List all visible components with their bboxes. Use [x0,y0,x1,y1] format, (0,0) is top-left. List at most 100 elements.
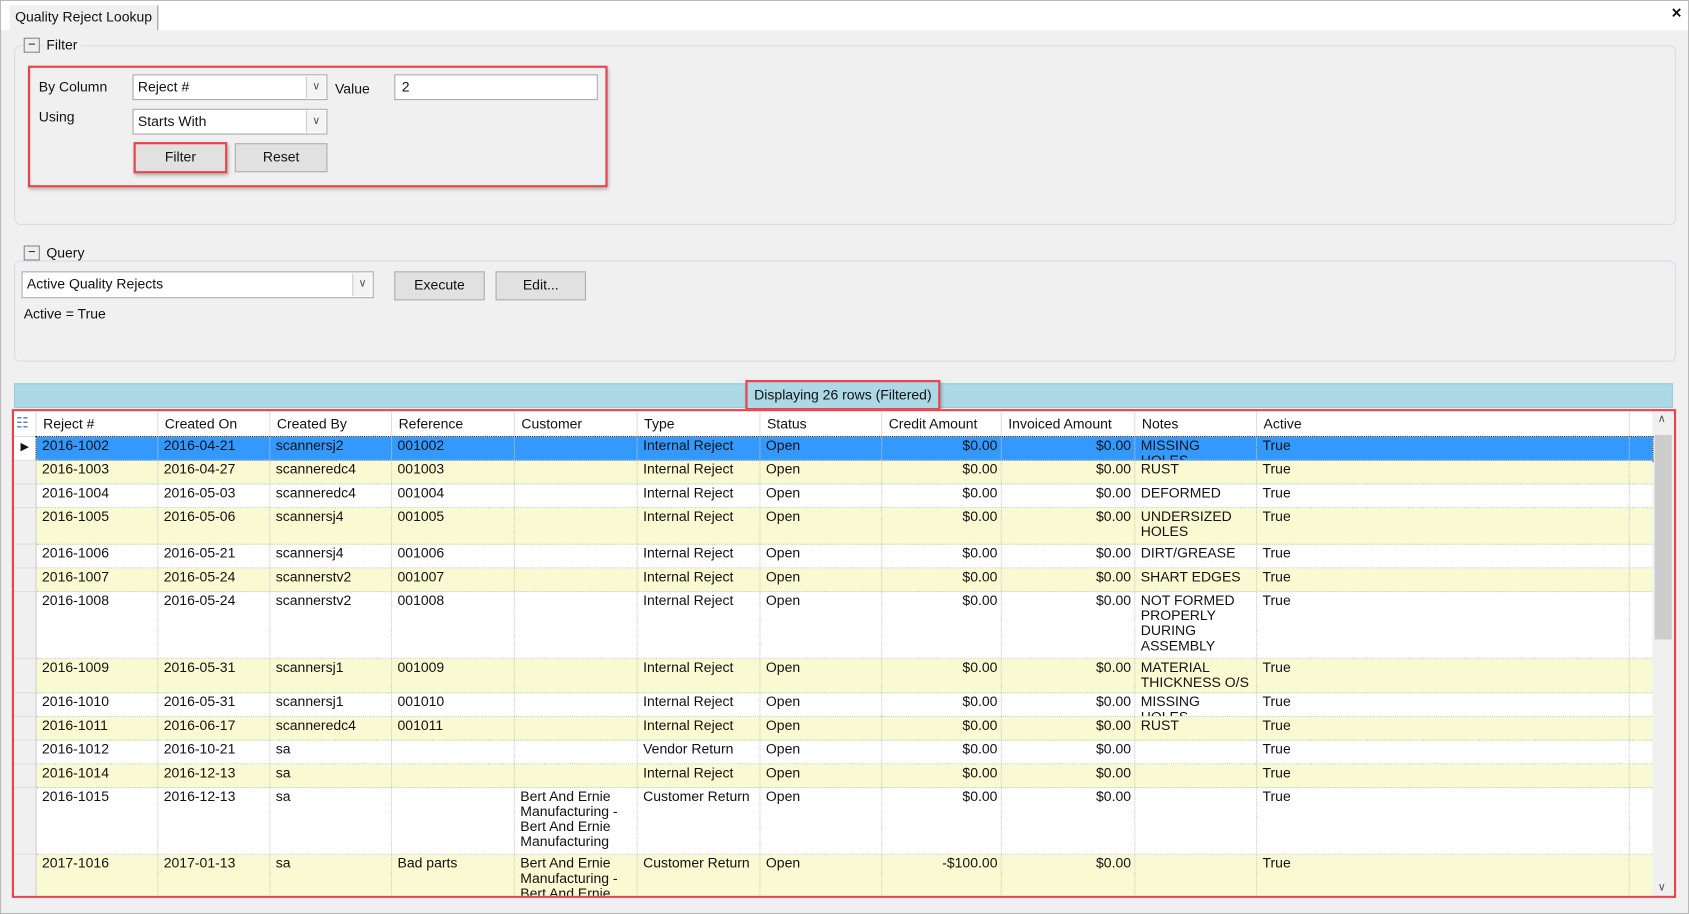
table-cell[interactable]: 001005 [392,508,515,544]
column-chooser-icon[interactable]: ☷ [14,411,37,438]
table-cell[interactable]: scannersj1 [270,658,393,693]
table-cell[interactable]: Internal Reject [638,508,761,544]
table-cell[interactable]: sa [270,764,393,787]
table-cell[interactable]: Customer Return [638,854,761,896]
table-cell[interactable]: 001006 [392,544,515,568]
column-header[interactable]: Type [638,411,761,438]
table-cell[interactable]: $0.00 [882,693,1002,716]
table-row[interactable]: 2016-1008 2016-05-24 scannerstv2 001008 Inte… [36,592,1653,659]
table-cell[interactable]: 2016-1002 [37,437,159,460]
table-cell[interactable]: Bert And Ernie Manufacturing - Bert And … [515,788,638,854]
table-cell[interactable]: 2016-12-13 [158,788,271,854]
table-row[interactable]: 2016-1011 2016-06-17 scanneredc4 001011 Inte… [36,717,1653,741]
table-cell[interactable]: 001010 [392,693,515,716]
close-icon[interactable]: × [1671,4,1681,23]
table-cell[interactable]: 2016-1008 [37,592,159,658]
table-cell[interactable] [515,764,638,787]
table-cell[interactable]: $0.00 [1002,592,1136,658]
row-header[interactable] [14,658,37,694]
table-cell[interactable]: $0.00 [1002,658,1136,693]
table-cell[interactable]: 2017-01-13 [158,854,271,896]
table-cell[interactable]: 2016-06-17 [158,717,271,740]
table-cell[interactable]: 001007 [392,568,515,592]
table-cell[interactable]: DIRT/GREASE [1135,544,1258,568]
chevron-down-icon[interactable]: ∨ [305,76,326,98]
table-cell[interactable]: scannersj4 [270,508,393,544]
by-column-select[interactable]: Reject # ∨ [132,74,328,101]
table-cell[interactable]: $0.00 [1002,717,1136,740]
column-header[interactable]: Credit Amount [882,411,1002,438]
table-cell[interactable]: $0.00 [882,437,1002,460]
table-cell[interactable]: True [1257,693,1630,716]
table-cell[interactable]: $0.00 [1002,693,1136,716]
table-cell[interactable]: Vendor Return [638,740,761,764]
column-header[interactable]: Reference [392,411,515,438]
table-cell[interactable] [1135,788,1258,854]
table-cell[interactable]: 2016-1010 [37,693,159,716]
table-cell[interactable]: NOT FORMED PROPERLY DURING ASSEMBLY [1135,592,1258,658]
table-cell[interactable] [392,740,515,764]
table-cell[interactable] [515,693,638,716]
table-cell[interactable]: -$100.00 [882,854,1002,896]
column-header[interactable]: Created On [158,411,271,438]
table-cell[interactable] [1135,764,1258,787]
table-cell[interactable]: RUST [1135,460,1258,484]
table-cell[interactable]: $0.00 [882,592,1002,658]
table-cell[interactable] [515,658,638,693]
filter-collapse-button[interactable]: − [23,38,40,53]
table-cell[interactable]: scanneredc4 [270,717,393,740]
table-cell[interactable]: Open [761,484,883,508]
table-cell[interactable]: 2016-12-13 [158,764,271,787]
table-cell[interactable]: 001008 [392,592,515,658]
table-cell[interactable]: Open [761,544,883,568]
table-cell[interactable]: sa [270,854,393,896]
table-cell[interactable]: Open [761,658,883,693]
table-cell[interactable] [515,568,638,592]
table-cell[interactable]: Open [761,693,883,716]
edit-button[interactable]: Edit... [495,271,586,301]
table-cell[interactable]: UNDERSIZED HOLES [1135,508,1258,544]
table-cell[interactable]: scanneredc4 [270,484,393,508]
query-collapse-button[interactable]: − [23,245,40,261]
table-cell[interactable]: $0.00 [882,740,1002,764]
table-cell[interactable]: $0.00 [882,544,1002,568]
table-cell[interactable]: Open [761,788,883,854]
column-header[interactable]: Notes [1135,411,1258,438]
table-cell[interactable]: 2016-1007 [37,568,159,592]
table-row[interactable]: 2016-1004 2016-05-03 scanneredc4 001004 Inte… [36,484,1653,509]
table-cell[interactable] [1135,854,1258,896]
row-header[interactable] [14,740,37,765]
table-cell[interactable] [515,592,638,658]
table-cell[interactable]: Open [761,568,883,592]
row-header[interactable]: ▶ [14,437,37,461]
table-cell[interactable]: Internal Reject [638,568,761,592]
table-row[interactable]: 2016-1009 2016-05-31 scannersj1 001009 Inter… [36,658,1653,694]
table-row[interactable]: 2016-1007 2016-05-24 scannerstv2 001007 Inte… [36,568,1653,593]
table-row[interactable]: 2017-1016 2017-01-13 sa Bad parts Bert And E… [36,854,1653,896]
table-cell[interactable]: 001009 [392,658,515,693]
table-cell[interactable]: 2016-05-21 [158,544,271,568]
table-cell[interactable]: Internal Reject [638,484,761,508]
table-cell[interactable]: 2016-1014 [37,764,159,787]
table-cell[interactable]: Bad parts [392,854,515,896]
table-cell[interactable]: True [1257,658,1630,693]
table-cell[interactable]: Open [761,854,883,896]
query-select[interactable]: Active Quality Rejects ∨ [21,271,374,299]
table-cell[interactable]: Internal Reject [638,592,761,658]
table-cell[interactable]: 2016-05-03 [158,484,271,508]
table-cell[interactable] [515,544,638,568]
table-cell[interactable]: $0.00 [1002,854,1136,896]
table-cell[interactable]: DEFORMED [1135,484,1258,508]
table-cell[interactable]: Internal Reject [638,544,761,568]
table-cell[interactable]: Internal Reject [638,460,761,484]
table-cell[interactable]: Customer Return [638,788,761,854]
table-cell[interactable]: True [1257,788,1630,854]
table-cell[interactable] [1135,740,1258,764]
table-cell[interactable] [392,788,515,854]
scrollbar-thumb[interactable] [1654,434,1672,640]
table-cell[interactable]: True [1257,437,1630,460]
table-cell[interactable] [515,508,638,544]
filter-button[interactable]: Filter [133,142,228,174]
table-cell[interactable]: True [1257,764,1630,787]
column-header[interactable]: Active [1257,411,1630,438]
